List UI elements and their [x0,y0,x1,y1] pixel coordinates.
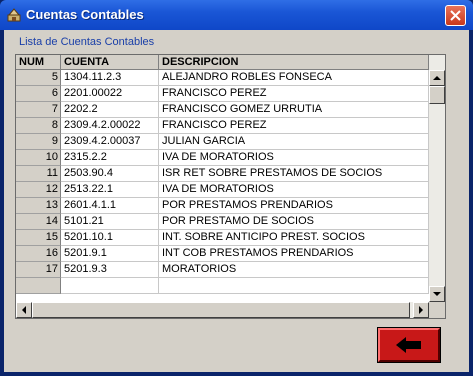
row-descripcion-cell[interactable]: IVA DE MORATORIOS [159,182,429,198]
row-num-cell[interactable]: 9 [16,134,61,150]
row-descripcion-cell[interactable]: POR PRESTAMOS PRENDARIOS [159,198,429,214]
row-num-cell[interactable]: 14 [16,214,61,230]
scrollbar-corner [429,302,445,318]
arrow-right-icon [419,306,423,314]
row-num-cell[interactable]: 10 [16,150,61,166]
row-cuenta-cell[interactable]: 2309.4.2.00022 [61,118,159,134]
row-num-cell[interactable]: 16 [16,246,61,262]
accounts-grid[interactable]: NUM CUENTA DESCRIPCION 5 1304.11.2.3 ALEJA… [15,54,446,319]
row-cuenta-cell[interactable]: 2601.4.1.1 [61,198,159,214]
row-cuenta-cell[interactable]: 2201.00022 [61,86,159,102]
table-row[interactable]: 16 5201.9.1 INT COB PRESTAMOS PRENDARIOS [16,246,429,262]
list-label: Lista de Cuentas Contables [19,36,155,48]
scroll-right-button[interactable] [413,302,429,318]
horizontal-scrollbar[interactable] [16,302,429,318]
table-row[interactable]: 5 1304.11.2.3 ALEJANDRO ROBLES FONSECA [16,70,429,86]
row-cuenta-cell[interactable]: 2513.22.1 [61,182,159,198]
window: Cuentas Contables Lista de Cuentas Conta… [0,0,473,376]
table-row[interactable]: 17 5201.9.3 MORATORIOS [16,262,429,278]
table-row[interactable]: 14 5101.21 POR PRESTAMO DE SOCIOS [16,214,429,230]
table-row[interactable]: 7 2202.2 FRANCISCO GOMEZ URRUTIA [16,102,429,118]
row-descripcion-cell[interactable]: JULIAN GARCIA [159,134,429,150]
dialog-client-area: Lista de Cuentas Contables NUM CUENTA DE… [4,30,469,372]
table-row[interactable]: 12 2513.22.1 IVA DE MORATORIOS [16,182,429,198]
scroll-thumb[interactable] [429,86,445,104]
row-descripcion-cell[interactable] [159,278,429,294]
column-header-num[interactable]: NUM [16,55,61,70]
column-header-descripcion[interactable]: DESCRIPCION [159,55,429,70]
row-descripcion-cell[interactable]: ISR RET SOBRE PRESTAMOS DE SOCIOS [159,166,429,182]
row-num-cell[interactable]: 5 [16,70,61,86]
horizontal-scroll-thumb[interactable] [32,302,410,318]
back-arrow-icon [396,337,421,353]
table-row[interactable]: 8 2309.4.2.00022 FRANCISCO PEREZ [16,118,429,134]
table-row[interactable]: 13 2601.4.1.1 POR PRESTAMOS PRENDARIOS [16,198,429,214]
row-cuenta-cell[interactable]: 5101.21 [61,214,159,230]
close-button[interactable] [445,5,466,26]
row-cuenta-cell[interactable]: 1304.11.2.3 [61,70,159,86]
arrow-left-icon [22,306,26,314]
vertical-scrollbar[interactable] [429,55,445,303]
row-cuenta-cell[interactable]: 2309.4.2.00037 [61,134,159,150]
row-descripcion-cell[interactable]: MORATORIOS [159,262,429,278]
row-descripcion-cell[interactable]: ALEJANDRO ROBLES FONSECA [159,70,429,86]
row-descripcion-cell[interactable]: POR PRESTAMO DE SOCIOS [159,214,429,230]
row-cuenta-cell[interactable]: 5201.9.3 [61,262,159,278]
row-descripcion-cell[interactable]: FRANCISCO PEREZ [159,86,429,102]
row-num-cell[interactable]: 7 [16,102,61,118]
title-bar: Cuentas Contables [0,0,473,30]
row-cuenta-cell[interactable] [61,278,159,294]
row-descripcion-cell[interactable]: FRANCISCO PEREZ [159,118,429,134]
row-descripcion-cell[interactable]: INT. SOBRE ANTICIPO PREST. SOCIOS [159,230,429,246]
app-icon [6,7,22,23]
close-icon [450,10,461,21]
row-descripcion-cell[interactable]: FRANCISCO GOMEZ URRUTIA [159,102,429,118]
row-cuenta-cell[interactable]: 2202.2 [61,102,159,118]
arrow-up-icon [433,76,441,80]
scroll-left-button[interactable] [16,302,32,318]
row-num-cell[interactable]: 15 [16,230,61,246]
row-num-cell[interactable]: 17 [16,262,61,278]
row-descripcion-cell[interactable]: INT COB PRESTAMOS PRENDARIOS [159,246,429,262]
back-button[interactable] [377,327,441,363]
row-num-cell[interactable]: 6 [16,86,61,102]
row-cuenta-cell[interactable]: 2315.2.2 [61,150,159,166]
table-row[interactable]: 10 2315.2.2 IVA DE MORATORIOS [16,150,429,166]
row-descripcion-cell[interactable]: IVA DE MORATORIOS [159,150,429,166]
arrow-down-icon [433,292,441,296]
row-num-cell[interactable]: 8 [16,118,61,134]
table-row[interactable]: 9 2309.4.2.00037 JULIAN GARCIA [16,134,429,150]
row-cuenta-cell[interactable]: 5201.9.1 [61,246,159,262]
window-title: Cuentas Contables [26,7,144,22]
column-header-cuenta[interactable]: CUENTA [61,55,159,70]
table-row[interactable]: 11 2503.90.4 ISR RET SOBRE PRESTAMOS DE SO… [16,166,429,182]
table-row[interactable] [16,278,429,294]
table-row[interactable]: 15 5201.10.1 INT. SOBRE ANTICIPO PREST. SO… [16,230,429,246]
row-num-cell[interactable]: 13 [16,198,61,214]
row-num-cell[interactable]: 12 [16,182,61,198]
row-num-cell[interactable] [16,278,61,294]
row-cuenta-cell[interactable]: 2503.90.4 [61,166,159,182]
table-row[interactable]: 6 2201.00022 FRANCISCO PEREZ [16,86,429,102]
row-num-cell[interactable]: 11 [16,166,61,182]
scroll-down-button[interactable] [429,286,445,302]
row-cuenta-cell[interactable]: 5201.10.1 [61,230,159,246]
scroll-up-button[interactable] [429,70,445,86]
